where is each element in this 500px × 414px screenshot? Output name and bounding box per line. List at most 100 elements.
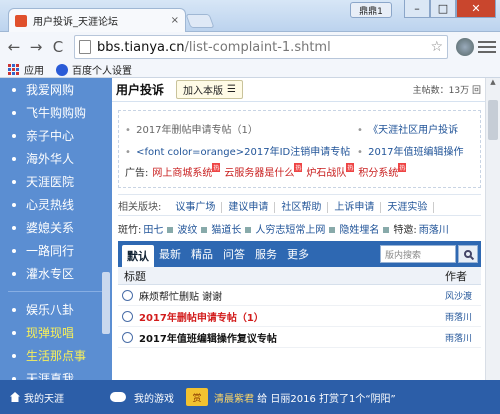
maximize-button[interactable]: □ <box>430 0 456 18</box>
notice-link[interactable]: • 《天涯社区用户投诉 <box>357 121 458 136</box>
post-author[interactable]: 风沙渡 <box>445 289 481 302</box>
minimize-button[interactable]: – <box>404 0 430 18</box>
reward-gift-icon: 赏 <box>186 388 208 406</box>
table-row[interactable]: 2017年值班编辑操作复议专帖 雨落川 <box>118 327 481 348</box>
close-window-button[interactable]: ✕ <box>456 0 496 18</box>
forum-sidebar: 我爱网购飞牛购购购亲子中心 海外华人天涯医院心灵热线婆媳关系一路同行灌水专区 娱乐… <box>0 78 112 380</box>
bullet-dot-icon <box>12 307 16 312</box>
ad-link[interactable]: 网上商城系统热 <box>152 162 221 179</box>
ad-link[interactable]: 云服务器是什么热 <box>224 162 303 179</box>
notice-link[interactable]: • 2017年删帖申请专帖（1） <box>125 121 357 136</box>
post-title[interactable]: 麻烦帮忙删贴 谢谢 <box>139 288 445 303</box>
baidu-paw-icon <box>56 63 68 76</box>
browser-toolbar: ← → C bbs.tianya.cn/list-complaint-1.sht… <box>0 32 500 62</box>
tab-4[interactable]: 服务 <box>250 244 282 264</box>
browser-menu-icon[interactable] <box>478 41 496 53</box>
moderators-label: 斑竹: <box>118 224 142 236</box>
sidebar-item[interactable]: 心灵热线 <box>0 193 112 216</box>
moderator-link[interactable]: 田七 <box>143 225 163 236</box>
url-text[interactable]: bbs.tianya.cn/list-complaint-1.shtml <box>97 40 430 55</box>
moderator-link[interactable]: 隐姓埋名 <box>339 225 379 236</box>
related-board-link[interactable]: 天涯实验 <box>381 201 435 213</box>
reload-button[interactable]: C <box>48 36 68 58</box>
bottom-bar: 我的天涯 我的游戏 赏 清晨紫君 给 日丽2016 打赏了1个“阴阳” <box>0 380 500 414</box>
bookmark-star-icon[interactable]: ☆ <box>430 39 443 55</box>
sidebar-item-label: 婆媳关系 <box>26 221 75 235</box>
tab-0[interactable]: 默认 <box>122 245 154 267</box>
moderator-link[interactable]: 波纹 <box>177 225 197 236</box>
back-button[interactable]: ← <box>4 36 24 58</box>
bookmark-apps[interactable]: 应用 <box>8 62 44 77</box>
new-tab-button[interactable] <box>185 14 215 28</box>
special-moderator[interactable]: 雨落川 <box>419 221 449 236</box>
browser-tab[interactable]: 用户投诉_天涯论坛 × <box>8 8 186 32</box>
ad-link[interactable]: 积分系统热 <box>358 162 407 179</box>
moderator-badge-icon <box>329 226 336 233</box>
extension-globe-icon[interactable] <box>456 38 474 56</box>
sidebar-item[interactable]: 灌水专区 <box>0 262 112 285</box>
notice-link[interactable]: • <font color=orange>2017年ID注销申请专帖 <box>125 143 357 158</box>
post-icon <box>122 289 133 301</box>
moderator-badge-icon <box>201 226 208 233</box>
post-title[interactable]: 2017年删帖申请专帖（1） <box>139 309 445 324</box>
sidebar-item[interactable]: 天涯医院 <box>0 170 112 193</box>
sidebar-item[interactable]: 娱乐八卦 <box>0 298 112 321</box>
related-label: 相关版块: <box>118 201 162 213</box>
sidebar-item-label: 飞牛购购购 <box>26 106 87 120</box>
moderator-link[interactable]: 人穷志短常上网 <box>255 225 325 236</box>
sidebar-scrollbar[interactable] <box>102 272 110 334</box>
tab-5[interactable]: 更多 <box>282 244 314 264</box>
ad-link[interactable]: 炉石战队热 <box>306 162 355 179</box>
sidebar-item[interactable]: 天涯真我 <box>0 367 112 380</box>
related-board-link[interactable]: 建议申请 <box>222 201 276 213</box>
post-author[interactable]: 雨落川 <box>445 310 481 323</box>
search-button[interactable] <box>458 245 478 263</box>
sidebar-item[interactable]: 海外华人 <box>0 147 112 170</box>
related-board-link[interactable]: 上诉申请 <box>328 201 382 213</box>
scroll-thumb[interactable] <box>488 100 498 140</box>
tianya-favicon-icon <box>15 14 27 27</box>
reward-ticker[interactable]: 清晨紫君 给 日丽2016 打赏了1个“阴阳” <box>214 390 396 405</box>
sidebar-item[interactable]: 婆媳关系 <box>0 216 112 239</box>
related-board-link[interactable]: 社区帮助 <box>275 201 329 213</box>
sidebar-item[interactable]: 一路同行 <box>0 239 112 262</box>
bookmark-baidu[interactable]: 百度个人设置 <box>56 62 132 77</box>
sidebar-item-label: 灌水专区 <box>26 267 75 281</box>
sidebar-item[interactable]: 飞牛购购购 <box>0 101 112 124</box>
my-games-button[interactable]: 我的游戏 <box>102 390 182 405</box>
my-tianya-button[interactable]: 我的天涯 <box>0 390 74 405</box>
tab-2[interactable]: 精品 <box>186 244 218 264</box>
moderator-badge-icon <box>245 226 252 233</box>
sidebar-item-label: 我爱网购 <box>26 83 75 97</box>
tab-3[interactable]: 问答 <box>218 244 250 264</box>
address-bar[interactable]: bbs.tianya.cn/list-complaint-1.shtml ☆ <box>74 35 448 59</box>
hot-badge: 热 <box>212 162 221 172</box>
bullet-dot-icon <box>12 202 16 207</box>
col-author: 作者 <box>445 269 467 283</box>
board-search-input[interactable]: 版内搜索 <box>380 245 456 263</box>
sidebar-item[interactable]: 现弹现唱 <box>0 321 112 344</box>
table-row[interactable]: 2017年删帖申请专帖（1） 雨落川 <box>118 306 481 327</box>
tab-1[interactable]: 最新 <box>154 244 186 264</box>
sidebar-item[interactable]: 我爱网购 <box>0 78 112 101</box>
profile-button[interactable]: 鼎鼎1 <box>350 2 392 18</box>
join-board-button[interactable]: 加入本版 ☰ <box>176 80 243 99</box>
notice-row: • 2017年删帖申请专帖（1） • 《天涯社区用户投诉 <box>125 117 474 139</box>
page-scrollbar[interactable]: ▲ <box>485 78 500 380</box>
tab-close-icon[interactable]: × <box>171 15 179 26</box>
post-title[interactable]: 2017年值班编辑操作复议专帖 <box>139 330 445 345</box>
notice-link[interactable]: • 2017年值班编辑操作 <box>357 143 464 158</box>
menu-lines-icon: ☰ <box>227 84 236 95</box>
moderator-link[interactable]: 猫道长 <box>211 225 241 236</box>
page-icon <box>79 40 91 54</box>
table-row[interactable]: 麻烦帮忙删贴 谢谢 风沙渡 <box>118 285 481 306</box>
bullet-dot-icon <box>12 353 16 358</box>
tab-title: 用户投诉_天涯论坛 <box>33 17 118 28</box>
related-board-link[interactable]: 议事广场 <box>169 201 223 213</box>
sidebar-item-label: 天涯医院 <box>26 175 75 189</box>
sidebar-item[interactable]: 亲子中心 <box>0 124 112 147</box>
forward-button[interactable]: → <box>26 36 46 58</box>
post-author[interactable]: 雨落川 <box>445 331 481 344</box>
sidebar-item[interactable]: 生活那点事 <box>0 344 112 367</box>
scroll-up-icon[interactable]: ▲ <box>486 78 500 90</box>
